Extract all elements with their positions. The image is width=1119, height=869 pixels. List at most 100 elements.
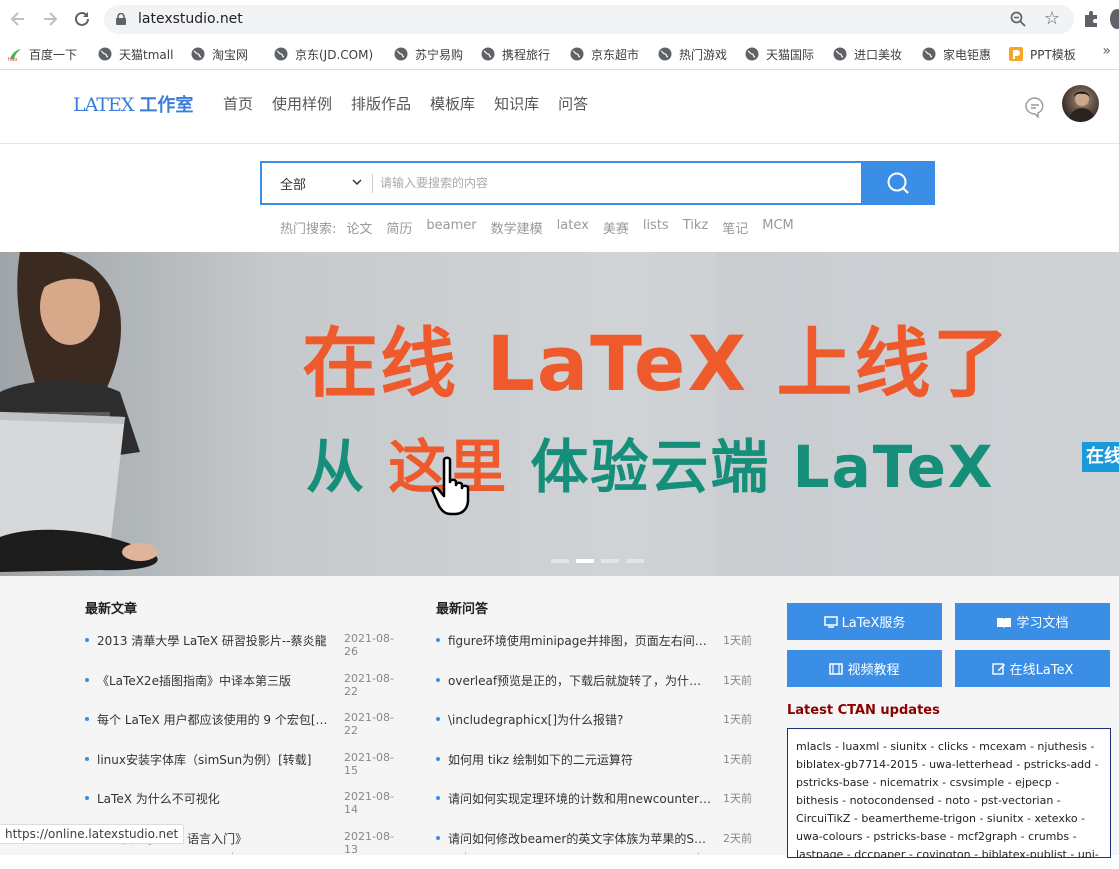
bookmark-label: 天猫国际	[766, 46, 814, 63]
ctan-updates-text[interactable]: mlacls - luaxml - siunitx - clicks - mce…	[796, 740, 1099, 858]
hot-search-term[interactable]: 论文	[346, 218, 372, 237]
globe-icon	[922, 47, 936, 61]
service-label: LaTeX服务	[842, 612, 906, 631]
profile-icon[interactable]	[1110, 9, 1119, 29]
bookmark-item[interactable]: hao百度一下	[8, 44, 77, 64]
ppt-icon	[1009, 47, 1023, 61]
globe-icon	[481, 47, 495, 61]
banner-side-tag[interactable]: 在线	[1082, 442, 1119, 472]
zoom-icon[interactable]	[1010, 11, 1026, 27]
forward-arrow-icon[interactable]	[40, 9, 60, 29]
carousel-dot[interactable]	[551, 559, 569, 563]
search-button[interactable]	[861, 161, 935, 205]
back-arrow-icon[interactable]	[8, 9, 28, 29]
carousel-dot[interactable]	[601, 559, 619, 563]
carousel-dot[interactable]	[626, 559, 644, 563]
bullet-icon	[436, 796, 440, 800]
logo-latex: LATEX	[73, 94, 133, 116]
carousel-dots	[551, 559, 651, 563]
globe-icon	[745, 47, 759, 61]
bookmarks-bar: hao百度一下 天猫tmall 淘宝网 京东(JD.COM) 苏宁易购携程旅行 京东超市 热…	[0, 38, 1119, 70]
nav-item[interactable]: 模板库	[430, 93, 475, 114]
question-row[interactable]: figure环境使用minipage并排图，页面左右间距不...1天前	[436, 632, 756, 672]
hot-searches: 热门搜索: 论文简历beamer数学建模latex美赛listsTikz笔记MC…	[280, 218, 808, 237]
article-title[interactable]: 每个 LaTeX 用户都应该使用的 9 个宏包[投稿]	[97, 711, 337, 728]
article-title[interactable]: 2013 清華大學 LaTeX 研習投影片--蔡炎龍	[97, 632, 337, 649]
hot-search-term[interactable]: latex	[557, 218, 589, 237]
globe-icon	[570, 47, 584, 61]
service-button[interactable]: 学习文档	[955, 603, 1110, 640]
latest-questions-list: figure环境使用minipage并排图，页面左右间距不...1天前overl…	[436, 632, 756, 869]
nav-item[interactable]: 排版作品	[351, 93, 411, 114]
user-avatar[interactable]	[1062, 85, 1099, 122]
bookmark-item[interactable]: 进口美妆	[833, 44, 902, 64]
nav-item[interactable]: 知识库	[494, 93, 539, 114]
hot-search-term[interactable]: 美赛	[603, 218, 629, 237]
question-title[interactable]: 请问如何修改beamer的英文字体族为苹果的SF M...	[448, 830, 712, 847]
question-title[interactable]: 请问如何实现定理环境的计数和用newcounter新...	[448, 790, 712, 807]
main-nav: 首页使用样例排版作品模板库知识库问答	[223, 93, 607, 114]
question-row[interactable]: 请问如何实现定理环境的计数和用newcounter新...1天前	[436, 790, 756, 830]
site-logo[interactable]: LATEX 工作室	[73, 91, 193, 117]
reload-icon[interactable]	[72, 9, 92, 29]
article-row[interactable]: 每个 LaTeX 用户都应该使用的 9 个宏包[投稿]2021-08-22	[85, 711, 405, 751]
question-title[interactable]: \includegraphicx[]为什么报错?	[448, 711, 712, 728]
hao-icon: hao	[8, 47, 22, 61]
question-row[interactable]: \includegraphicx[]为什么报错?1天前	[436, 711, 756, 751]
bookmark-item[interactable]: 京东超市	[570, 44, 639, 64]
question-row[interactable]: 如何用 tikz 绘制如下的二元运算符1天前	[436, 751, 756, 791]
bookmark-item[interactable]: 热门游戏	[658, 44, 727, 64]
bookmark-item[interactable]: 天猫tmall	[98, 44, 173, 64]
carousel-dot[interactable]	[576, 559, 594, 563]
service-button[interactable]: LaTeX服务	[787, 603, 942, 640]
hot-search-term[interactable]: MCM	[762, 218, 794, 237]
banner-subline: 从 这里 体验云端 LaTeX	[306, 420, 995, 504]
article-title[interactable]: LaTeX 为什么不可视化	[97, 790, 337, 807]
bookmark-item[interactable]: 苏宁易购	[394, 44, 463, 64]
hot-search-term[interactable]: 数学建模	[491, 218, 543, 237]
search-scope-select[interactable]: 全部	[262, 163, 370, 203]
hero-banner[interactable]: 在线 LaTeX 上线了 从 这里 体验云端 LaTeX 在线	[0, 252, 1119, 576]
article-date: 2021-08-26	[344, 632, 405, 658]
search-icon	[885, 170, 911, 196]
bookmarks-overflow-icon[interactable]: »	[1102, 43, 1111, 59]
hot-search-term[interactable]: 笔记	[722, 218, 748, 237]
chat-icon[interactable]	[1024, 96, 1046, 118]
bookmark-item[interactable]: 携程旅行	[481, 44, 550, 64]
bookmark-label: 京东超市	[591, 46, 639, 63]
article-row[interactable]: linux安装字体库（simSun为例）[转载]2021-08-15	[85, 751, 405, 791]
article-row[interactable]: 2013 清華大學 LaTeX 研習投影片--蔡炎龍 2021-08-26	[85, 632, 405, 672]
address-bar[interactable]: latexstudio.net ☆	[104, 5, 1074, 34]
search-scope-value: 全部	[280, 174, 306, 193]
hot-search-term[interactable]: Tikz	[683, 218, 709, 237]
nav-item[interactable]: 使用样例	[272, 93, 332, 114]
extensions-icon[interactable]	[1082, 10, 1100, 28]
hot-search-term[interactable]: lists	[643, 218, 669, 237]
search-input[interactable]	[380, 167, 860, 199]
bookmark-star-icon[interactable]: ☆	[1044, 8, 1060, 29]
question-title[interactable]: figure环境使用minipage并排图，页面左右间距不...	[448, 632, 712, 649]
article-date: 2021-08-14	[344, 790, 405, 816]
hot-search-term[interactable]: 简历	[386, 218, 412, 237]
service-button[interactable]: 视频教程	[787, 650, 942, 687]
hot-search-term[interactable]: beamer	[426, 218, 476, 237]
service-button[interactable]: 在线LaTeX	[955, 650, 1110, 687]
question-row[interactable]: overleaf预览是正的，下载后就旋转了，为什么呢?1天前	[436, 672, 756, 712]
bullet-icon	[85, 678, 89, 682]
question-row[interactable]: 请问如何修改beamer的英文字体族为苹果的SF M...2天前	[436, 830, 756, 869]
bookmark-item[interactable]: 淘宝网	[191, 44, 248, 64]
bookmark-item[interactable]: 家电钜惠	[922, 44, 991, 64]
bookmark-item[interactable]: 京东(JD.COM)	[274, 44, 373, 64]
question-title[interactable]: 如何用 tikz 绘制如下的二元运算符	[448, 751, 712, 768]
article-title[interactable]: 《LaTeX2e插图指南》中译本第三版	[97, 672, 337, 689]
search-divider	[372, 174, 373, 193]
nav-item[interactable]: 问答	[558, 93, 588, 114]
bullet-icon	[85, 796, 89, 800]
bookmark-item[interactable]: PPT模板	[1009, 44, 1076, 64]
question-title[interactable]: overleaf预览是正的，下载后就旋转了，为什么呢?	[448, 672, 712, 689]
article-title[interactable]: linux安装字体库（simSun为例）[转载]	[97, 751, 337, 768]
bookmark-item[interactable]: 天猫国际	[745, 44, 814, 64]
article-row[interactable]: 《LaTeX2e插图指南》中译本第三版2021-08-22	[85, 672, 405, 712]
nav-item[interactable]: 首页	[223, 93, 253, 114]
film-icon	[829, 663, 843, 675]
